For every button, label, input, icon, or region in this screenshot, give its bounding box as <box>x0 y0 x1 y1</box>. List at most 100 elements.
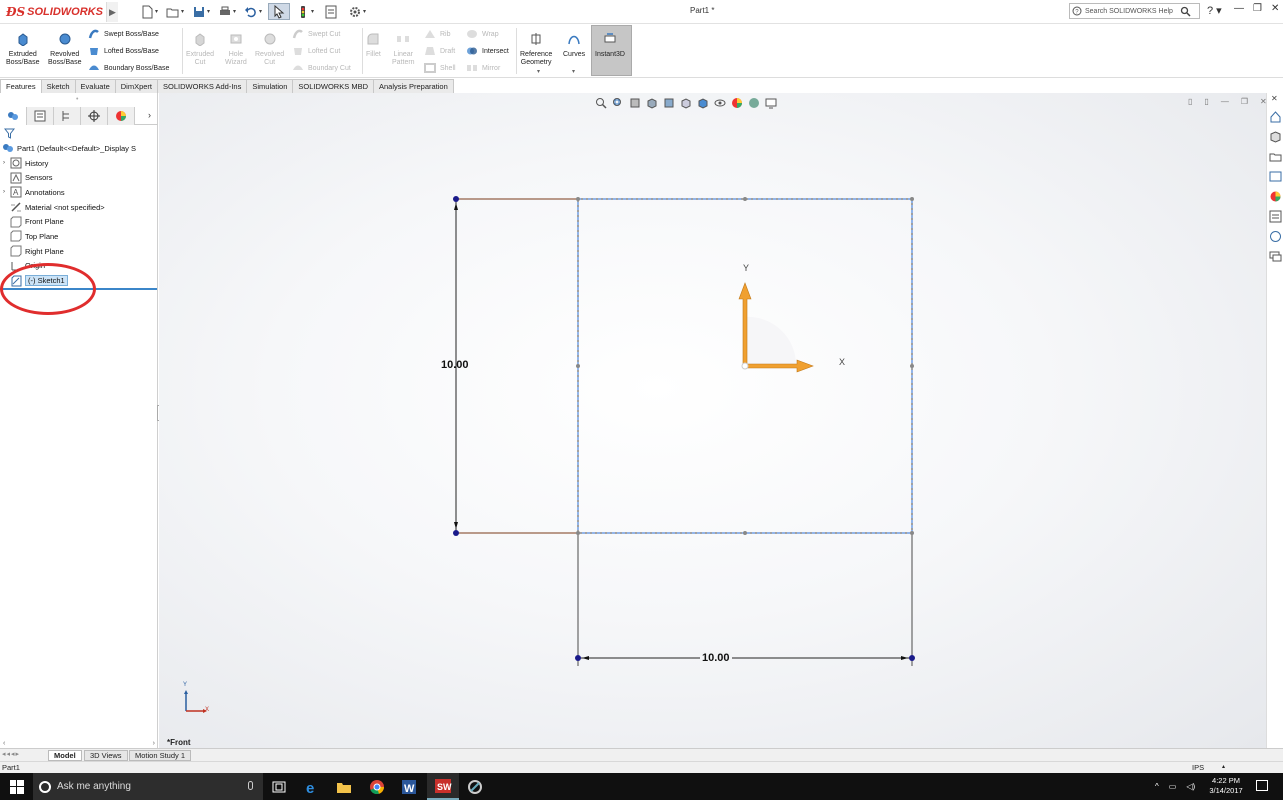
intersect-button[interactable]: Intersect <box>466 45 509 57</box>
lofted-boss-button[interactable]: Lofted Boss/Base <box>88 45 159 57</box>
volume-icon[interactable]: ◁) <box>1186 782 1195 791</box>
dimension-endpoint[interactable] <box>575 655 581 661</box>
file-explorer-app[interactable] <box>328 773 360 800</box>
wrap-button[interactable]: Wrap <box>466 28 499 40</box>
curves-dropdown-icon[interactable]: ▾ <box>572 68 575 75</box>
restore-icon[interactable]: ❐ <box>1253 3 1262 14</box>
select-button[interactable] <box>268 3 290 20</box>
swept-cut-button[interactable]: Swept Cut <box>292 28 340 40</box>
reference-geometry-dropdown-icon[interactable]: ▾ <box>537 68 540 75</box>
dimension-endpoint[interactable] <box>909 655 915 661</box>
handle-point[interactable] <box>576 531 580 535</box>
handle-point[interactable] <box>576 364 580 368</box>
scroll-left-icon[interactable]: ‹ <box>3 740 5 748</box>
new-document-button[interactable]: ▾ <box>138 3 160 20</box>
appearances-icon[interactable] <box>1269 190 1282 203</box>
swept-boss-button[interactable]: Swept Boss/Base <box>88 28 159 40</box>
network-icon[interactable]: ▭ <box>1169 782 1177 791</box>
options-button[interactable]: ▾ <box>346 3 368 20</box>
home-icon[interactable] <box>1269 110 1282 123</box>
unit-system-selector[interactable]: IPS <box>1192 763 1204 772</box>
expand-arrow-icon[interactable]: › <box>0 189 8 195</box>
property-manager-tab[interactable] <box>27 107 54 125</box>
origin-point[interactable] <box>741 362 749 370</box>
undo-button[interactable]: ▾ <box>242 3 264 20</box>
panel-scrollbar[interactable]: ‹ › <box>0 740 158 748</box>
forum-icon[interactable] <box>1269 250 1282 263</box>
display-manager-tab[interactable] <box>108 107 135 125</box>
shell-button[interactable]: Shell <box>424 62 456 74</box>
boundary-cut-button[interactable]: Boundary Cut <box>292 62 351 74</box>
scroll-right-icon[interactable]: › <box>153 740 155 748</box>
start-button[interactable] <box>0 773 33 800</box>
tree-item-front-plane[interactable]: Front Plane <box>0 214 158 229</box>
solidworks-resources-icon[interactable] <box>1269 230 1282 243</box>
tab-addins[interactable]: SOLIDWORKS Add-Ins <box>157 79 248 93</box>
tab-evaluate[interactable]: Evaluate <box>74 79 116 93</box>
extruded-cut-button[interactable]: Extruded Cut <box>186 32 214 67</box>
dimension-endpoint[interactable] <box>453 530 459 536</box>
draft-button[interactable]: Draft <box>424 45 455 57</box>
boundary-boss-button[interactable]: Boundary Boss/Base <box>88 62 169 74</box>
linear-pattern-button[interactable]: Linear Pattern <box>392 32 415 67</box>
task-view-button[interactable] <box>263 773 295 800</box>
dimension-vertical-value[interactable]: 10.00 <box>441 359 469 371</box>
panel-grip-icon[interactable]: • <box>76 96 78 103</box>
tree-item-material[interactable]: Material <not specified> <box>0 200 158 215</box>
microphone-icon[interactable] <box>248 781 253 790</box>
tab-sketch[interactable]: Sketch <box>40 79 76 93</box>
system-clock[interactable]: 4:22 PM 3/14/2017 <box>1205 776 1247 796</box>
tab-model[interactable]: Model <box>48 750 82 761</box>
solidworks-app[interactable]: SW <box>427 773 459 800</box>
dimension-horizontal-value[interactable]: 10.00 <box>700 652 732 664</box>
tab-nav-arrows-icon[interactable]: ◂◂◂▸ <box>2 750 20 758</box>
solidworks-logo[interactable]: ƉS SOLIDWORKS <box>6 4 103 20</box>
tab-3d-views[interactable]: 3D Views <box>84 750 128 761</box>
show-hidden-icons-icon[interactable]: ^ <box>1155 782 1159 791</box>
print-button[interactable]: ▾ <box>216 3 238 20</box>
unit-dropdown-icon[interactable]: ▴ <box>1222 763 1225 770</box>
tree-root-part[interactable]: Part1 (Default<<Default>_Display S <box>0 141 158 156</box>
tab-analysis-preparation[interactable]: Analysis Preparation <box>372 79 454 93</box>
help-search-box[interactable]: ? Search SOLIDWORKS Help <box>1069 3 1200 19</box>
reference-geometry-button[interactable]: Reference Geometry <box>520 32 552 67</box>
handle-point[interactable] <box>910 197 914 201</box>
fillet-button[interactable]: Fillet <box>366 32 381 59</box>
minimize-icon[interactable]: — <box>1234 3 1244 14</box>
feature-manager-tab[interactable] <box>0 107 27 125</box>
close-icon[interactable]: ✕ <box>1271 3 1279 14</box>
mirror-button[interactable]: Mirror <box>466 62 500 74</box>
handle-point[interactable] <box>576 197 580 201</box>
custom-properties-icon[interactable] <box>1269 210 1282 223</box>
menu-expand-arrow-icon[interactable]: ▶ <box>106 2 118 22</box>
design-library-icon[interactable] <box>1269 130 1282 143</box>
file-properties-button[interactable] <box>320 3 342 20</box>
curves-button[interactable]: Curves <box>563 32 585 59</box>
dimension-endpoint[interactable] <box>453 196 459 202</box>
instant3d-button[interactable]: Instant3D <box>591 25 632 76</box>
tab-dimxpert[interactable]: DimXpert <box>114 79 158 93</box>
tab-simulation[interactable]: Simulation <box>246 79 294 93</box>
extruded-boss-button[interactable]: Extruded Boss/Base <box>6 32 39 67</box>
dimxpert-manager-tab[interactable] <box>81 107 108 125</box>
tree-item-annotations[interactable]: › A Annotations <box>0 185 158 200</box>
open-button[interactable]: ▾ <box>164 3 186 20</box>
cortana-search-box[interactable]: Ask me anything <box>33 773 263 800</box>
task-pane-close-icon[interactable]: ✕ <box>1271 94 1278 103</box>
handle-point[interactable] <box>743 197 747 201</box>
tree-item-right-plane[interactable]: Right Plane <box>0 244 158 259</box>
word-app[interactable]: W <box>393 773 425 800</box>
lofted-cut-button[interactable]: Lofted Cut <box>292 45 340 57</box>
tree-item-history[interactable]: › History <box>0 156 158 171</box>
view-palette-icon[interactable] <box>1269 170 1282 183</box>
rib-button[interactable]: Rib <box>424 28 451 40</box>
tab-mbd[interactable]: SOLIDWORKS MBD <box>292 79 374 93</box>
revolved-cut-button[interactable]: Revolved Cut <box>255 32 284 67</box>
tree-item-top-plane[interactable]: Top Plane <box>0 229 158 244</box>
chrome-app[interactable] <box>361 773 393 800</box>
save-button[interactable]: ▾ <box>190 3 212 20</box>
help-menu-button[interactable]: ? ▾ <box>1207 4 1222 17</box>
rebuild-button[interactable]: ▾ <box>294 3 316 20</box>
tree-item-sensors[interactable]: Sensors <box>0 170 158 185</box>
tab-motion-study[interactable]: Motion Study 1 <box>129 750 192 761</box>
